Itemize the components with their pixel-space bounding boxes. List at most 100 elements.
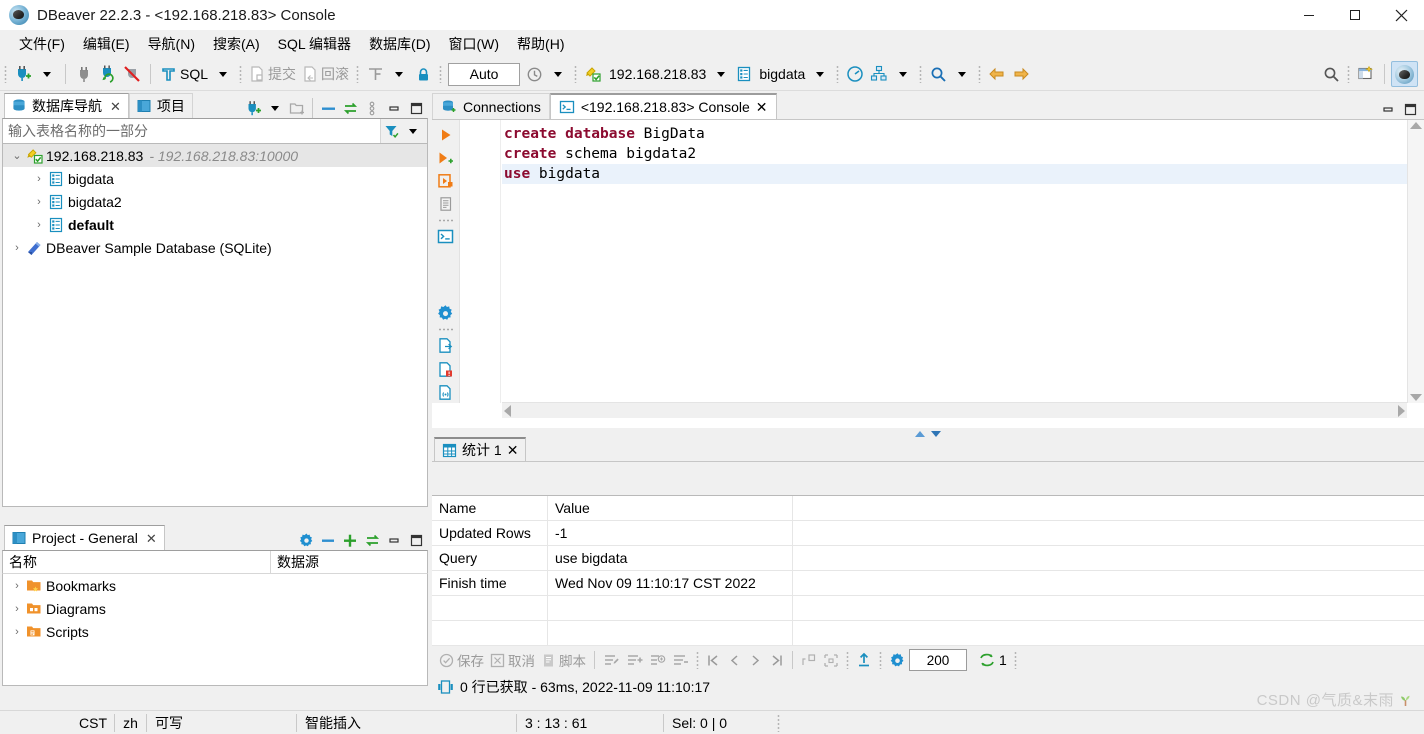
- cell-value[interactable]: use bigdata: [548, 546, 793, 571]
- new-connection-icon[interactable]: [11, 61, 35, 87]
- scroll-right-icon[interactable]: [1398, 404, 1405, 417]
- panels-icon[interactable]: [820, 649, 842, 671]
- cell-name[interactable]: [432, 621, 548, 646]
- menu-search[interactable]: 搜索(A): [204, 31, 269, 57]
- transaction-mode-icon[interactable]: [363, 61, 387, 87]
- new-connection-dropdown[interactable]: [35, 61, 59, 87]
- maximize-icon[interactable]: [1400, 99, 1420, 119]
- cell-value[interactable]: [548, 596, 793, 621]
- menu-window[interactable]: 窗口(W): [440, 31, 509, 57]
- maximize-icon[interactable]: [406, 530, 426, 550]
- menu-edit[interactable]: 编辑(E): [74, 31, 139, 57]
- export-data-icon[interactable]: [434, 335, 458, 356]
- sql-editor-dropdown[interactable]: [211, 61, 235, 87]
- script-button[interactable]: 脚本: [538, 649, 589, 671]
- editor-gutter[interactable]: [461, 120, 501, 403]
- transaction-auto-value[interactable]: Auto: [448, 62, 521, 86]
- tree-item-default[interactable]: › default: [3, 213, 427, 236]
- er-diagram-dropdown[interactable]: [891, 61, 915, 87]
- chevron-right-icon[interactable]: ›: [9, 626, 25, 638]
- duplicate-row-icon[interactable]: [646, 649, 669, 671]
- search-dropdown[interactable]: [950, 61, 974, 87]
- column-header-value[interactable]: Value: [548, 496, 793, 521]
- link-with-editor-icon[interactable]: [362, 530, 382, 550]
- global-search-icon[interactable]: [1319, 61, 1343, 87]
- tab-statistics[interactable]: 统计 1 ✕: [434, 437, 527, 461]
- active-connection-selector[interactable]: 192.168.218.83: [581, 61, 709, 87]
- project-column-datasource[interactable]: 数据源: [271, 551, 427, 573]
- rollback-button[interactable]: 回滚: [299, 61, 352, 87]
- list-item[interactable]: › Bookmarks: [3, 574, 427, 597]
- maximize-icon[interactable]: [1332, 0, 1378, 30]
- close-icon[interactable]: [1378, 0, 1424, 30]
- scroll-down-icon[interactable]: [1410, 394, 1422, 401]
- prev-row-icon[interactable]: [724, 649, 745, 671]
- refresh-button[interactable]: 1: [975, 649, 1010, 671]
- column-header-name[interactable]: Name: [432, 496, 548, 521]
- tree-item-bigdata2[interactable]: › bigdata2: [3, 190, 427, 213]
- tab-console[interactable]: <192.168.218.83> Console ✕: [549, 93, 777, 119]
- link-with-editor-icon[interactable]: [340, 98, 360, 118]
- menu-file[interactable]: 文件(F): [10, 31, 74, 57]
- chevron-right-icon[interactable]: ›: [9, 603, 25, 615]
- chevron-right-icon[interactable]: ›: [9, 580, 25, 592]
- cell-value[interactable]: -1: [548, 521, 793, 546]
- close-icon[interactable]: ✕: [146, 532, 157, 545]
- tree-item-sample-database[interactable]: › DBeaver Sample Database (SQLite): [3, 236, 427, 259]
- chevron-right-icon[interactable]: ›: [9, 242, 25, 254]
- expand-all-icon[interactable]: [340, 530, 360, 550]
- cell-name[interactable]: Updated Rows: [432, 521, 548, 546]
- table-row[interactable]: [432, 596, 1424, 621]
- cell-empty[interactable]: [793, 621, 1424, 646]
- refresh-connection-icon[interactable]: [96, 61, 120, 87]
- database-dropdown[interactable]: [808, 61, 832, 87]
- close-icon[interactable]: ✕: [507, 442, 519, 459]
- collapse-all-icon[interactable]: [318, 530, 338, 550]
- editor-vertical-scrollbar[interactable]: [1407, 120, 1424, 403]
- export-error-icon[interactable]: [434, 358, 458, 379]
- explain-plan-icon[interactable]: [434, 194, 458, 215]
- settings-icon[interactable]: [886, 649, 909, 671]
- lock-icon[interactable]: [411, 61, 435, 87]
- execute-script-icon[interactable]: [434, 147, 458, 168]
- transaction-mode-dropdown[interactable]: [387, 61, 411, 87]
- filter-icon[interactable]: [381, 121, 401, 141]
- editor-horizontal-scrollbar[interactable]: [502, 402, 1407, 418]
- cell-name[interactable]: Query: [432, 546, 548, 571]
- cell-name[interactable]: [432, 596, 548, 621]
- disconnect-icon[interactable]: [72, 61, 96, 87]
- forward-arrow-icon[interactable]: [1009, 61, 1033, 87]
- history-icon[interactable]: [522, 61, 546, 87]
- next-row-icon[interactable]: [745, 649, 766, 671]
- active-database-selector[interactable]: bigdata: [733, 61, 808, 87]
- er-diagram-icon[interactable]: [867, 61, 891, 87]
- delete-row-icon[interactable]: [669, 649, 692, 671]
- settings-icon[interactable]: [296, 530, 316, 550]
- collapse-up-icon[interactable]: [915, 430, 925, 437]
- scroll-up-icon[interactable]: [1410, 122, 1422, 129]
- cancel-button[interactable]: 取消: [487, 649, 538, 671]
- execute-statement-icon[interactable]: [434, 124, 458, 145]
- export-script-icon[interactable]: [434, 382, 458, 403]
- list-item[interactable]: › Scripts: [3, 620, 427, 643]
- back-arrow-icon[interactable]: [985, 61, 1009, 87]
- tab-projects[interactable]: 项目: [128, 93, 193, 118]
- search-icon[interactable]: [926, 61, 950, 87]
- search-input[interactable]: [3, 119, 380, 143]
- open-perspective-icon[interactable]: [1354, 61, 1378, 87]
- table-row[interactable]: Updated Rows -1: [432, 521, 1424, 546]
- collapse-down-icon[interactable]: [931, 430, 941, 437]
- menu-help[interactable]: 帮助(H): [508, 31, 573, 57]
- chevron-right-icon[interactable]: ›: [31, 196, 47, 208]
- open-console-icon[interactable]: [434, 226, 458, 247]
- add-row-icon[interactable]: [623, 649, 646, 671]
- cell-empty[interactable]: [793, 571, 1424, 596]
- chevron-down-icon[interactable]: ⌄: [9, 149, 25, 162]
- dbeaver-perspective-icon[interactable]: [1391, 61, 1418, 87]
- cell-value[interactable]: Wed Nov 09 11:10:17 CST 2022: [548, 571, 793, 596]
- cell-empty[interactable]: [793, 596, 1424, 621]
- chevron-right-icon[interactable]: ›: [31, 173, 47, 185]
- connection-dropdown[interactable]: [709, 61, 733, 87]
- new-connection-icon[interactable]: [243, 98, 263, 118]
- chevron-right-icon[interactable]: ›: [31, 219, 47, 231]
